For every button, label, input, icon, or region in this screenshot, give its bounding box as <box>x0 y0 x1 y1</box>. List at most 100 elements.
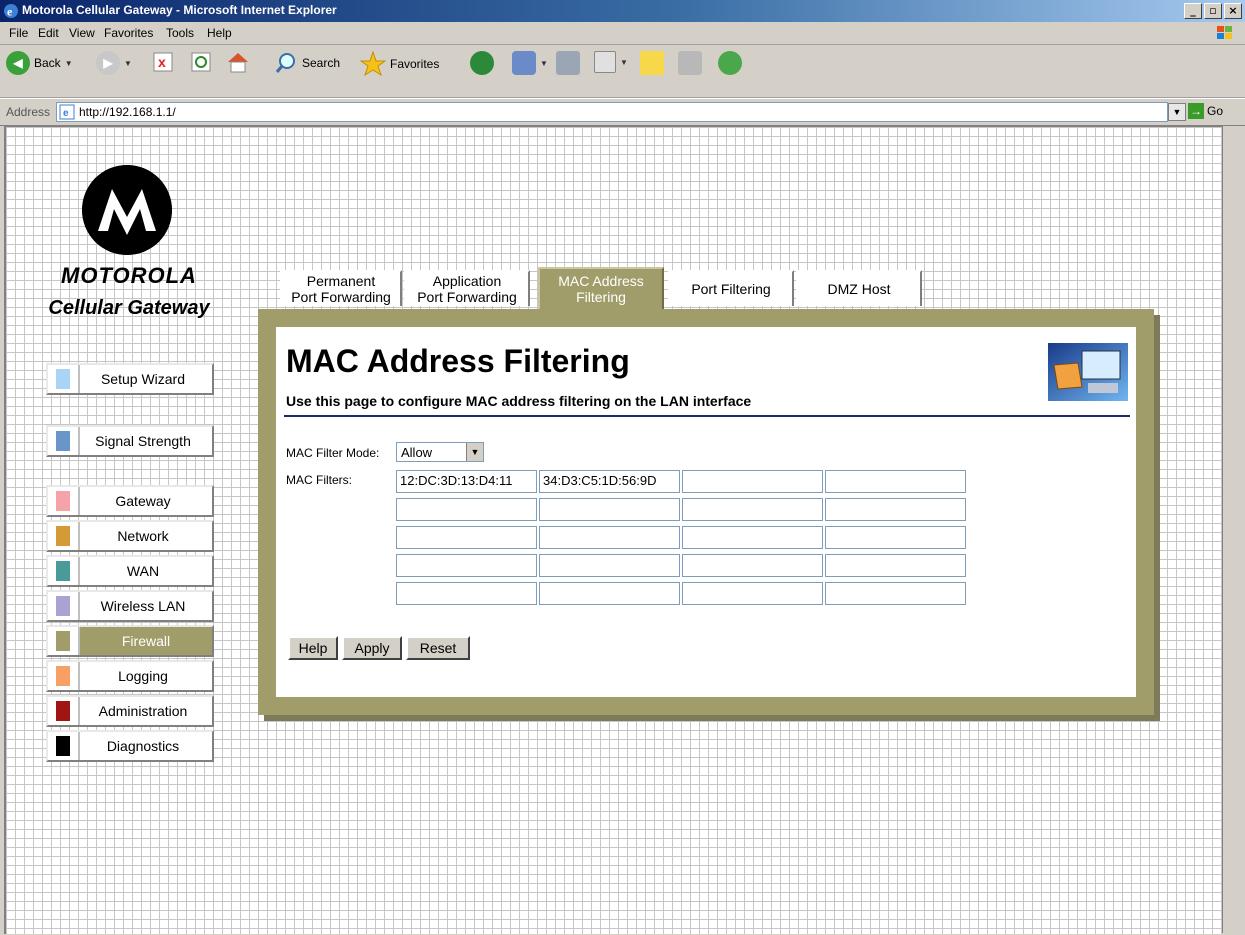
mac-filter-input[interactable]: 34:D3:C5:1D:56:9D <box>539 470 680 493</box>
menu-view[interactable]: View <box>69 26 95 40</box>
nav-network[interactable]: Network <box>46 520 214 552</box>
stop-icon: x <box>153 52 173 72</box>
go-label: Go <box>1207 104 1224 118</box>
maximize-button[interactable]: ▫ <box>1204 3 1222 19</box>
tab-application-port-forwarding[interactable]: Application Port Forwarding <box>404 270 530 306</box>
mac-filter-input[interactable] <box>396 582 537 605</box>
mac-filter-input[interactable] <box>396 498 537 521</box>
menu-tools[interactable]: Tools <box>166 26 194 40</box>
nav-setup-wizard[interactable]: Setup Wizard <box>46 363 214 395</box>
refresh-button[interactable] <box>190 51 212 73</box>
mac-filter-input[interactable] <box>682 498 823 521</box>
stop-button[interactable]: x <box>152 51 174 73</box>
messenger-tool-button[interactable] <box>678 51 702 75</box>
nav-gateway[interactable]: Gateway <box>46 485 214 517</box>
content-area: MAC Address Filtering Use this page to c… <box>276 327 1136 697</box>
nav-label: Diagnostics <box>106 738 180 754</box>
mac-filter-input[interactable] <box>825 498 966 521</box>
mac-filter-input[interactable] <box>682 554 823 577</box>
tab-label-line2: Port Forwarding <box>417 289 517 305</box>
chevron-down-icon: ▼ <box>540 58 548 68</box>
menu-favorites[interactable]: Favorites <box>104 26 153 40</box>
history-button[interactable] <box>470 51 494 75</box>
window-title-bar[interactable]: e Motorola Cellular Gateway - Microsoft … <box>0 0 1245 22</box>
content-panel: MAC Address Filtering Use this page to c… <box>258 309 1154 715</box>
mac-filter-input[interactable] <box>396 554 537 577</box>
mac-filter-input[interactable] <box>682 526 823 549</box>
title-divider <box>284 415 1130 417</box>
menu-help[interactable]: Help <box>207 26 232 40</box>
edit-button[interactable]: ▼ <box>594 51 628 73</box>
windows-logo-icon <box>1217 26 1232 39</box>
nav-wan[interactable]: WAN <box>46 555 214 587</box>
nav-administration[interactable]: Administration <box>46 695 214 727</box>
mac-filter-input[interactable]: 12:DC:3D:13:D4:11 <box>396 470 537 493</box>
nav-color-swatch <box>56 596 70 616</box>
nav-logging[interactable]: Logging <box>46 660 214 692</box>
home-icon <box>228 53 248 73</box>
svg-text:e: e <box>63 108 69 119</box>
page-description: Use this page to configure MAC address f… <box>286 393 752 409</box>
home-button[interactable] <box>226 51 250 75</box>
go-button[interactable]: → Go <box>1188 103 1223 119</box>
discuss-button[interactable] <box>640 51 664 75</box>
vertical-scrollbar[interactable] <box>1222 126 1244 933</box>
nav-label: Setup Wizard <box>100 371 186 387</box>
standard-toolbar: ◀ Back ▼ ▶ ▼ x Search Favorites ▼ ▼ <box>0 45 1245 98</box>
nav-diagnostics[interactable]: Diagnostics <box>46 730 214 762</box>
mac-filter-input[interactable] <box>825 526 966 549</box>
mac-filter-input[interactable] <box>539 498 680 521</box>
forward-button[interactable]: ▶ ▼ <box>96 51 132 75</box>
forward-arrow-icon: ▶ <box>96 51 120 75</box>
nav-color-swatch <box>56 701 70 721</box>
minimize-button[interactable]: _ <box>1184 3 1202 19</box>
mac-filter-input[interactable] <box>539 526 680 549</box>
mac-filter-input[interactable] <box>396 526 537 549</box>
close-button[interactable]: × <box>1224 3 1242 19</box>
nav-label: Gateway <box>115 493 171 509</box>
svg-text:e: e <box>7 5 13 19</box>
chevron-down-icon[interactable]: ▼ <box>466 443 483 461</box>
tab-port-filtering[interactable]: Port Filtering <box>668 270 794 306</box>
tab-label-line2: Filtering <box>576 289 626 305</box>
product-name: Cellular Gateway <box>48 297 210 319</box>
page-viewport: MOTOROLA Cellular Gateway Setup Wizard S… <box>4 126 1222 934</box>
print-button[interactable] <box>556 51 580 75</box>
tab-label-line1: Permanent <box>306 273 376 289</box>
mac-filter-mode-select[interactable]: Allow ▼ <box>396 442 484 462</box>
mail-button[interactable]: ▼ <box>512 51 548 75</box>
nav-signal-strength[interactable]: Signal Strength <box>46 425 214 457</box>
address-dropdown-button[interactable]: ▼ <box>1168 103 1186 121</box>
tab-label: DMZ Host <box>827 281 891 297</box>
tab-permanent-port-forwarding[interactable]: Permanent Port Forwarding <box>280 270 402 306</box>
back-button[interactable]: ◀ Back ▼ <box>6 51 73 75</box>
mac-filter-input[interactable] <box>825 582 966 605</box>
mac-filter-input[interactable] <box>825 470 966 493</box>
mac-filter-input[interactable] <box>539 554 680 577</box>
apply-button[interactable]: Apply <box>342 636 402 660</box>
page-icon: e <box>59 104 75 120</box>
nav-color-swatch <box>56 431 70 451</box>
reset-button[interactable]: Reset <box>406 636 470 660</box>
tab-dmz-host[interactable]: DMZ Host <box>796 270 922 306</box>
tab-mac-address-filtering[interactable]: MAC Address Filtering <box>538 267 664 309</box>
messenger-button[interactable] <box>718 51 742 75</box>
nav-color-swatch <box>56 736 70 756</box>
note-icon <box>640 51 664 75</box>
address-url: http://192.168.1.1/ <box>79 105 176 119</box>
help-button[interactable]: Help <box>288 636 338 660</box>
menu-file[interactable]: File <box>9 26 28 40</box>
mac-filter-input[interactable] <box>825 554 966 577</box>
nav-label: Administration <box>98 703 188 719</box>
nav-wireless-lan[interactable]: Wireless LAN <box>46 590 214 622</box>
menu-edit[interactable]: Edit <box>38 26 59 40</box>
mac-filter-input[interactable] <box>682 470 823 493</box>
mac-filter-input[interactable] <box>539 582 680 605</box>
mac-filter-input[interactable] <box>682 582 823 605</box>
address-input[interactable]: e http://192.168.1.1/ <box>56 102 1168 122</box>
search-icon <box>275 53 295 73</box>
search-button[interactable]: Search <box>274 51 340 75</box>
favorites-button[interactable]: Favorites <box>360 51 439 77</box>
go-arrow-icon: → <box>1188 103 1204 119</box>
nav-firewall[interactable]: Firewall <box>46 625 214 657</box>
